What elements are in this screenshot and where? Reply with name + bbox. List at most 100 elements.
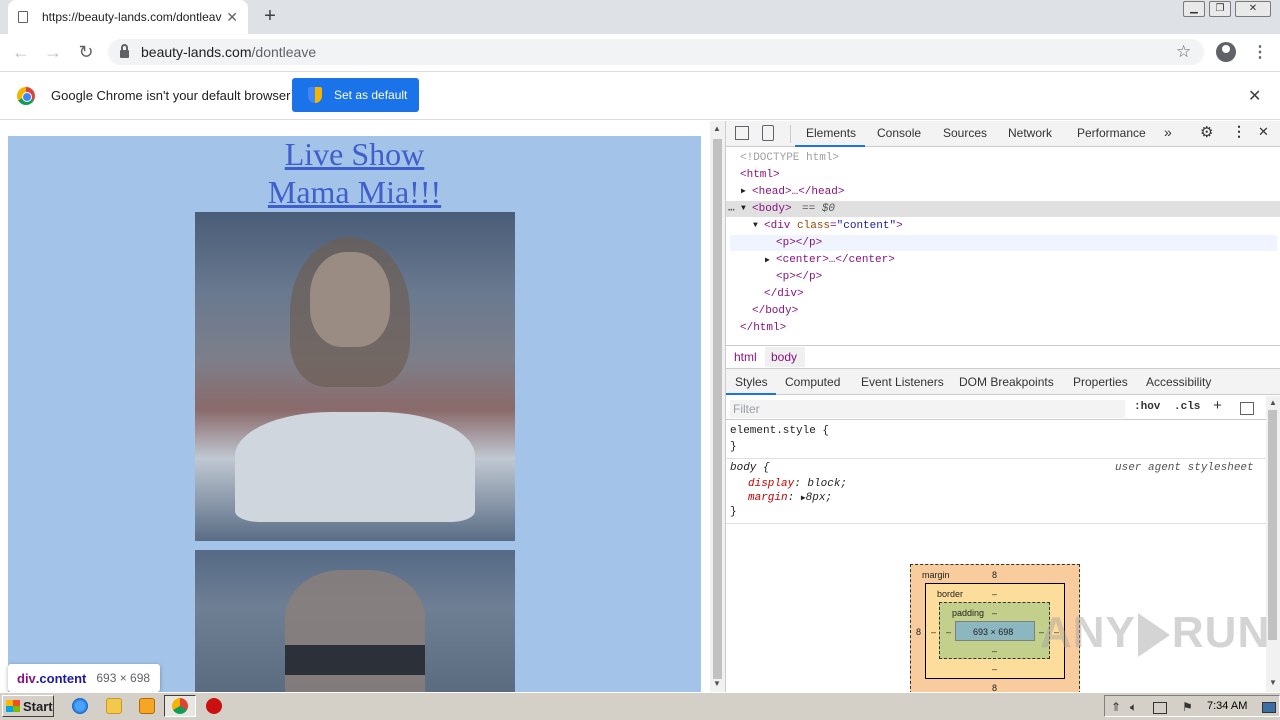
scroll-up-arrow-icon[interactable]: ▲ [1269, 398, 1277, 407]
new-tab-button[interactable]: + [258, 5, 282, 29]
user-agent-label: user agent stylesheet [1115, 462, 1254, 474]
restore-button[interactable]: ❐ [1209, 1, 1231, 17]
inspect-element-icon[interactable] [735, 126, 749, 140]
border-bottom-value[interactable]: – [992, 664, 997, 674]
photo-figure-head [310, 252, 390, 347]
tab-accessibility[interactable]: Accessibility [1146, 375, 1211, 389]
dom-html-open[interactable]: <html> [740, 169, 780, 181]
action-center-flag-icon[interactable]: ⚑ [1182, 700, 1193, 714]
dom-html-close[interactable]: </html> [740, 322, 786, 334]
dom-doctype[interactable]: <!DOCTYPE html> [740, 152, 839, 164]
devtools-close-icon[interactable]: ✕ [1258, 124, 1269, 140]
tab-console[interactable]: Console [877, 126, 921, 140]
profile-avatar-icon[interactable] [1216, 42, 1236, 62]
page-photo-1[interactable] [195, 212, 515, 541]
network-icon[interactable] [1153, 702, 1167, 714]
browser-tab[interactable]: https://beauty-lands.com/dontleave ✕ [8, 0, 248, 34]
tab-performance[interactable]: Performance [1077, 126, 1146, 140]
element-style-selector[interactable]: element.style { [730, 425, 829, 437]
media-player-icon[interactable] [139, 698, 155, 714]
gear-icon[interactable]: ⚙ [1200, 123, 1213, 141]
windows-logo-icon [6, 700, 20, 712]
toggle-sidebar-icon[interactable] [1240, 402, 1254, 415]
dom-head[interactable]: <head>…</head> [752, 186, 844, 198]
breadcrumb-html[interactable]: html [734, 350, 757, 364]
page-scrollbar[interactable]: ▲ ▼ [710, 121, 725, 692]
clock[interactable]: 7:34 AM [1207, 700, 1247, 712]
bookmark-star-icon[interactable]: ☆ [1176, 42, 1191, 62]
folder-icon[interactable] [106, 698, 122, 714]
dom-body-close[interactable]: </body> [752, 305, 798, 317]
device-toolbar-icon[interactable] [762, 125, 774, 141]
tooltip-class: .content [35, 670, 87, 686]
body-selector[interactable]: body { [730, 462, 770, 474]
content-size[interactable]: 693 × 698 [973, 627, 1013, 637]
start-button[interactable]: Start [2, 695, 54, 717]
tab-styles[interactable]: Styles [735, 375, 768, 389]
lock-icon[interactable] [120, 44, 129, 58]
tab-computed[interactable]: Computed [785, 375, 840, 389]
padding-bottom-value[interactable]: – [992, 646, 997, 656]
padding-top-value[interactable]: – [992, 608, 997, 618]
decl-display[interactable]: display: block; [748, 478, 847, 490]
minimize-button[interactable]: ▁ [1183, 1, 1205, 17]
forward-button[interactable]: → [42, 42, 64, 64]
expand-arrow-icon[interactable]: ▶ [765, 255, 770, 265]
chrome-icon[interactable] [172, 698, 188, 714]
collapse-arrow-icon[interactable]: ▼ [753, 221, 758, 230]
infobar-close-icon[interactable]: ✕ [1248, 86, 1261, 106]
tab-sources[interactable]: Sources [943, 126, 987, 140]
dom-body-open[interactable]: <body> [752, 203, 792, 215]
reload-button[interactable]: ↻ [75, 42, 97, 64]
breadcrumb-body[interactable]: body [771, 350, 797, 364]
security-app-icon[interactable] [206, 698, 222, 714]
scroll-down-arrow-icon[interactable]: ▼ [1269, 678, 1277, 687]
page-scroll-thumb[interactable] [713, 139, 722, 679]
tray-expand-icon[interactable]: ⇑ [1111, 700, 1121, 714]
scroll-down-arrow-icon[interactable]: ▼ [713, 679, 721, 688]
page-photo-2[interactable] [195, 550, 515, 692]
border-left-value[interactable]: – [931, 627, 936, 637]
url-path: /dontleave [251, 44, 317, 60]
address-bar[interactable]: beauty-lands.com/dontleave [108, 39, 1204, 65]
tab-dom-breakpoints[interactable]: DOM Breakpoints [959, 375, 1054, 389]
dom-div-close[interactable]: </div> [764, 288, 804, 300]
padding-left-value[interactable]: – [946, 627, 951, 637]
live-show-link[interactable]: Live Show [8, 136, 701, 173]
styles-filter-input[interactable]: Filter [730, 400, 1125, 418]
set-as-default-button[interactable]: Set as default [292, 78, 419, 112]
dom-div-content[interactable]: <div class="content"> [764, 220, 903, 232]
close-tab-icon[interactable]: ✕ [226, 9, 238, 26]
collapse-arrow-icon[interactable]: ▼ [741, 204, 746, 213]
volume-icon[interactable]: 🔈︎ [1130, 700, 1137, 715]
dom-ellipsis-icon[interactable]: ⋯ [728, 203, 735, 217]
dom-p-2[interactable]: <p></p> [776, 271, 822, 283]
decl-margin[interactable]: margin: ▶8px; [748, 492, 832, 504]
margin-top-value[interactable]: 8 [992, 570, 997, 580]
tab-event-listeners[interactable]: Event Listeners [861, 375, 944, 389]
cls-toggle[interactable]: .cls [1174, 401, 1200, 413]
devtools-menu-icon[interactable]: ⋮ [1232, 123, 1246, 140]
internet-explorer-icon[interactable] [72, 698, 88, 714]
url-host: beauty-lands.com [141, 44, 252, 60]
chrome-logo-icon [17, 87, 35, 105]
margin-left-value[interactable]: 8 [916, 627, 921, 637]
mama-mia-link[interactable]: Mama Mia!!! [8, 174, 701, 211]
tab-properties[interactable]: Properties [1073, 375, 1128, 389]
more-tabs-icon[interactable]: » [1164, 124, 1172, 140]
dom-center[interactable]: <center>…</center> [776, 254, 895, 266]
dom-p-1[interactable]: <p></p> [776, 237, 822, 249]
tab-network[interactable]: Network [1008, 126, 1052, 140]
hov-toggle[interactable]: :hov [1134, 401, 1160, 413]
back-button[interactable]: ← [10, 42, 32, 64]
chrome-menu-icon[interactable]: ⋮ [1252, 42, 1268, 62]
padding-label: padding [952, 608, 985, 618]
expand-arrow-icon[interactable]: ▶ [741, 186, 746, 196]
close-window-button[interactable]: ✕ [1235, 1, 1271, 17]
devtools-scroll-thumb[interactable] [1268, 410, 1277, 640]
show-desktop-icon[interactable] [1262, 702, 1276, 713]
new-style-rule-icon[interactable]: + [1213, 398, 1222, 415]
border-top-value[interactable]: – [992, 589, 997, 599]
tab-elements[interactable]: Elements [806, 126, 856, 140]
scroll-up-arrow-icon[interactable]: ▲ [713, 124, 721, 133]
